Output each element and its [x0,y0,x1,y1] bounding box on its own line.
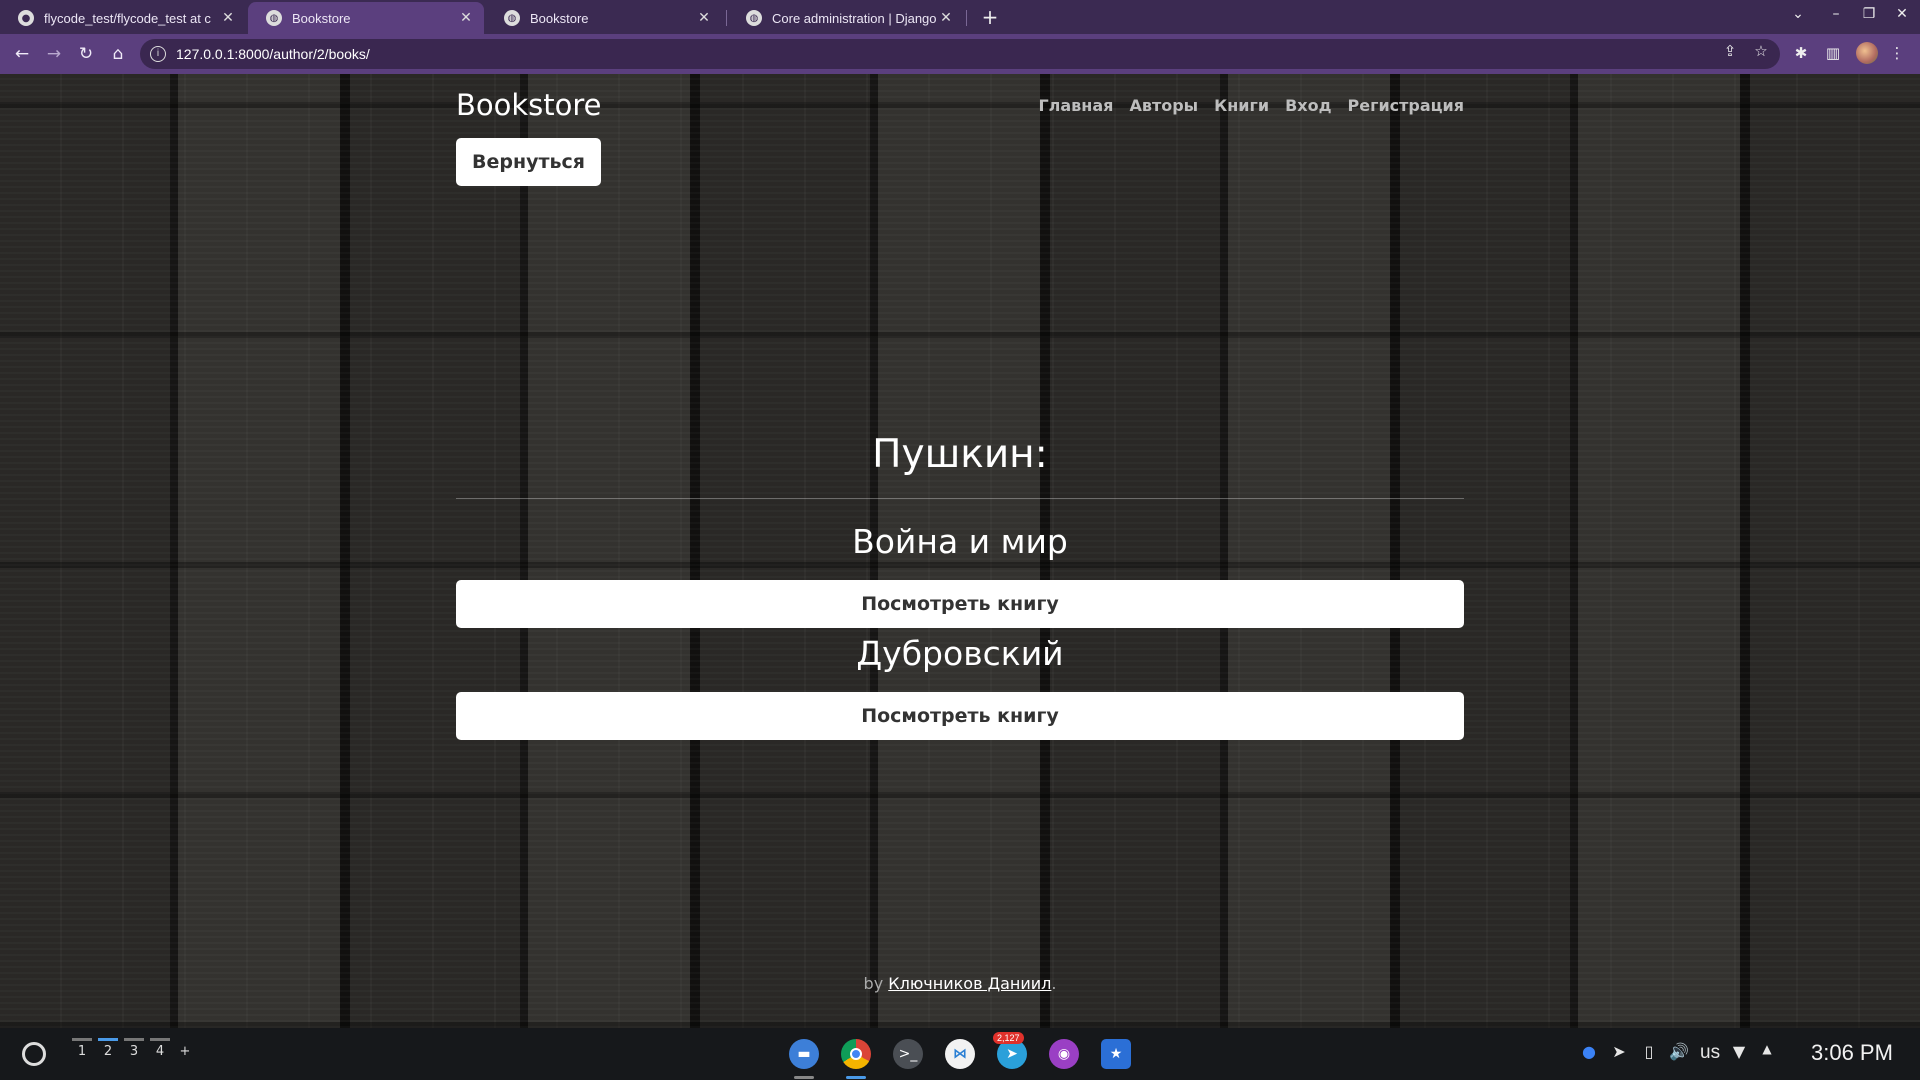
footer-author-link[interactable]: Ключников Даниил [888,974,1051,993]
close-icon[interactable]: ✕ [696,10,712,26]
tab-search-icon[interactable]: ⌄ [1786,6,1810,22]
share-icon[interactable]: ⇪ [1719,42,1741,60]
desk-indicator [124,1038,144,1041]
close-icon[interactable]: ✕ [458,10,474,26]
divider [456,498,1464,499]
back-arrow-icon[interactable]: ← [10,42,34,66]
tab-title: Bookstore [530,10,589,26]
tab-bookstore-active[interactable]: ◍ Bookstore ✕ [248,2,484,34]
clipboard-icon[interactable]: ▯ [1638,1042,1660,1061]
footer-prefix: by [863,974,889,993]
tab-title: Bookstore [292,10,351,26]
author-heading: Пушкин: [872,432,1048,477]
volume-icon[interactable]: 🔊 [1668,1042,1690,1061]
app-active-indicator [846,1076,866,1079]
desk-2[interactable]: 2 [98,1044,118,1059]
browser-tab-bar: ● flycode_test/flycode_test at c ✕ ◍ Boo… [0,0,1920,34]
podcast-icon[interactable]: ◉ [1049,1039,1079,1069]
tab-title: flycode_test/flycode_test at c [44,10,211,26]
globe-icon: ◍ [746,10,762,26]
tab-title: Core administration | Django [772,10,937,26]
side-panel-icon[interactable]: ▥ [1822,42,1844,64]
footer: by Ключников Даниил. [0,974,1920,993]
os-taskbar: 1 2 3 4 + ▬ >_ ⋈ ➤ 2,127 ◉ ★ ● ➤ ▯ 🔊 us … [0,1028,1920,1080]
desk-3[interactable]: 3 [124,1044,144,1059]
new-tab-button[interactable]: + [976,4,1004,32]
nav-authors[interactable]: Авторы [1129,96,1198,115]
forward-arrow-icon[interactable]: → [42,42,66,66]
desk-indicator [150,1038,170,1041]
terminal-icon[interactable]: >_ [893,1039,923,1069]
tab-bookstore[interactable]: ◍ Bookstore ✕ [486,2,722,34]
browser-toolbar: ← → ↻ ⌂ i 127.0.0.1:8000/author/2/books/… [0,34,1920,74]
nav-login[interactable]: Вход [1285,96,1331,115]
address-bar[interactable]: i 127.0.0.1:8000/author/2/books/ [140,39,1780,69]
wifi-icon[interactable]: ▼ [1728,1042,1750,1061]
book-title: Война и мир [852,522,1068,561]
minimize-icon[interactable]: – [1824,6,1848,22]
tab-github[interactable]: ● flycode_test/flycode_test at c ✕ [0,2,246,34]
telegram-badge: 2,127 [993,1032,1024,1044]
profile-avatar[interactable] [1856,42,1878,64]
globe-icon: ◍ [504,10,520,26]
close-window-icon[interactable]: ✕ [1890,6,1914,22]
desk-4[interactable]: 4 [150,1044,170,1059]
main-nav: Главная Авторы Книги Вход Регистрация [1038,96,1464,115]
tab-django-admin[interactable]: ◍ Core administration | Django ✕ [728,2,964,34]
extensions-icon[interactable]: ✱ [1790,42,1812,64]
tray-expand-icon[interactable]: ▲ [1756,1042,1778,1056]
close-icon[interactable]: ✕ [220,10,236,26]
keyboard-layout[interactable]: us [1700,1042,1720,1064]
desk-indicator [98,1038,118,1041]
notification-icon[interactable]: ● [1578,1042,1600,1061]
nav-home[interactable]: Главная [1038,96,1113,115]
back-button[interactable]: Вернуться [456,138,601,186]
files-icon[interactable]: ▬ [789,1039,819,1069]
url-text: 127.0.0.1:8000/author/2/books/ [176,46,370,62]
folder-icon[interactable]: ★ [1101,1039,1131,1069]
nav-register[interactable]: Регистрация [1348,96,1465,115]
bookstore-page: Bookstore Главная Авторы Книги Вход Реги… [0,74,1920,1028]
github-icon: ● [18,10,34,26]
book-title: Дубровский [856,634,1064,673]
globe-icon: ◍ [266,10,282,26]
nav-books[interactable]: Книги [1214,96,1269,115]
desk-indicator [72,1038,92,1041]
clock[interactable]: 3:06 PM [1811,1040,1893,1066]
close-icon[interactable]: ✕ [938,10,954,26]
vscode-icon[interactable]: ⋈ [945,1039,975,1069]
chrome-icon[interactable] [841,1039,871,1069]
site-info-icon[interactable]: i [150,46,166,62]
tab-separator [966,10,967,26]
desk-1[interactable]: 1 [72,1044,92,1059]
launcher-icon[interactable] [22,1042,46,1066]
view-book-button[interactable]: Посмотреть книгу [456,580,1464,628]
restore-icon[interactable]: ❐ [1857,6,1881,22]
home-icon[interactable]: ⌂ [106,42,130,66]
menu-icon[interactable]: ⋮ [1886,42,1908,64]
view-book-button[interactable]: Посмотреть книгу [456,692,1464,740]
bookmark-star-icon[interactable]: ☆ [1750,42,1772,60]
tab-separator [726,10,727,26]
telegram-tray-icon[interactable]: ➤ [1608,1042,1630,1061]
footer-suffix: . [1051,974,1057,993]
add-desk-button[interactable]: + [175,1044,195,1059]
site-brand[interactable]: Bookstore [456,88,602,122]
reload-icon[interactable]: ↻ [74,42,98,66]
app-running-indicator [794,1076,814,1079]
